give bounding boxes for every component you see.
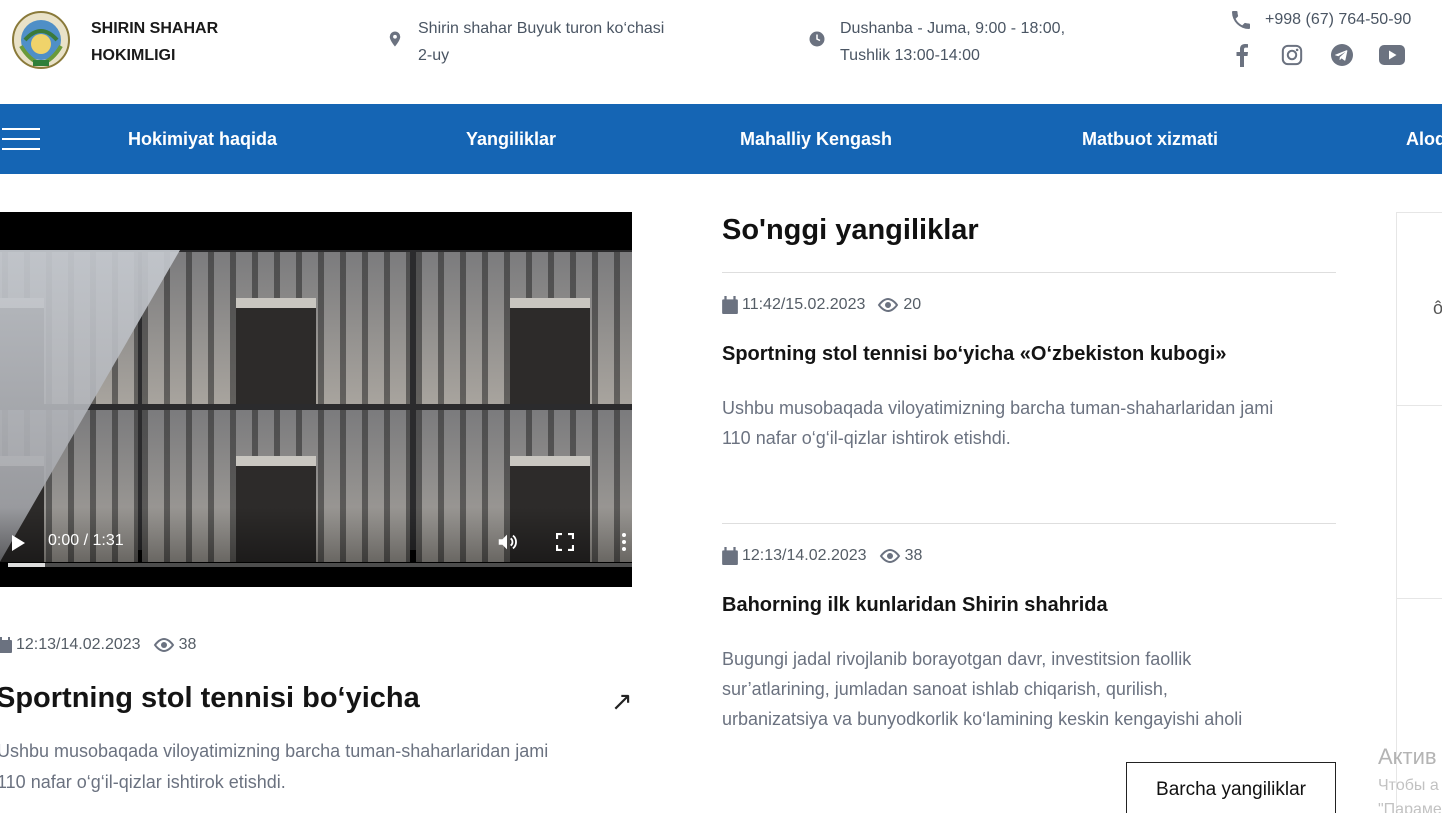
brand-line-1: SHIRIN SHAHAR xyxy=(91,20,219,37)
external-arrow-icon[interactable]: ↗ xyxy=(611,686,633,717)
news-meta: 12:13/14.02.2023 38 xyxy=(722,547,922,565)
video-player[interactable]: 0:00 / 1:31 xyxy=(0,212,632,587)
brand-line-2: HOKIMLIGI xyxy=(91,47,176,64)
top-header: SHIRIN SHAHAR HOKIMLIGI Shirin shahar Bu… xyxy=(0,0,1442,104)
nav-item-yangiliklar[interactable]: Yangiliklar xyxy=(466,129,556,150)
address-line-2: 2-uy xyxy=(418,47,450,64)
news-description: Ushbu musobaqada viloyatimizning barcha … xyxy=(722,393,1336,453)
calendar-icon xyxy=(0,637,12,653)
youtube-icon[interactable] xyxy=(1378,42,1406,68)
news-title[interactable]: Sportning stol tennisi bo‘yicha «O‘zbeki… xyxy=(722,343,1227,366)
news-meta: 11:42/15.02.2023 20 xyxy=(722,296,921,314)
phone-icon xyxy=(1232,11,1250,29)
eye-icon xyxy=(878,298,899,312)
os-activation-watermark-line3: "Парамe xyxy=(1378,801,1442,813)
site-brand[interactable]: SHIRIN SHAHAR HOKIMLIGI xyxy=(91,15,218,69)
address-line-1: Shirin shahar Buyuk turon ko‘chasi xyxy=(418,20,665,37)
hours-line-1: Dushanba - Juma, 9:00 - 18:00, xyxy=(840,20,1066,37)
os-activation-watermark: Актив xyxy=(1378,744,1437,769)
nav-item-aloqa[interactable]: Aloq xyxy=(1406,129,1442,150)
video-frame xyxy=(0,250,632,587)
nav-item-matbuot-xizmati[interactable]: Matbuot xizmati xyxy=(1082,129,1218,150)
all-news-button[interactable]: Barcha yangiliklar xyxy=(1126,762,1336,813)
news-desc-line-3: urbanizatsiya va bunyodkorlik ko‘laminin… xyxy=(722,709,1243,729)
working-hours-block: Dushanba - Juma, 9:00 - 18:00, Tushlik 1… xyxy=(808,15,1065,69)
featured-desc-line-2: 110 nafar o‘g‘il-qizlar ishtirok etishdi… xyxy=(0,772,286,792)
video-progress-fill xyxy=(8,563,46,567)
address-text: Shirin shahar Buyuk turon ko‘chasi 2-uy xyxy=(418,15,664,69)
eye-icon xyxy=(153,638,174,652)
news-desc-line-1: Ushbu musobaqada viloyatimizning barcha … xyxy=(722,398,1274,418)
play-icon[interactable] xyxy=(12,535,25,551)
fullscreen-icon[interactable] xyxy=(556,533,574,551)
more-options-icon[interactable] xyxy=(622,533,626,551)
news-datetime: 11:42/15.02.2023 xyxy=(742,296,866,313)
address-block: Shirin shahar Buyuk turon ko‘chasi 2-uy xyxy=(386,15,664,69)
featured-datetime: 12:13/14.02.2023 xyxy=(16,636,141,653)
news-description: Bugungi jadal rivojlanib borayotgan davr… xyxy=(722,644,1336,734)
eye-icon xyxy=(879,549,900,563)
side-panel-icon[interactable]: ô xyxy=(1433,298,1442,319)
featured-meta: 12:13/14.02.2023 38 xyxy=(0,636,196,654)
calendar-icon xyxy=(722,296,738,314)
featured-views: 38 xyxy=(178,636,197,653)
divider xyxy=(722,272,1336,273)
video-controls: 0:00 / 1:31 xyxy=(0,507,632,587)
facebook-icon[interactable] xyxy=(1228,42,1256,68)
map-pin-icon xyxy=(389,31,401,47)
news-datetime: 12:13/14.02.2023 xyxy=(742,547,867,564)
phone-block[interactable]: +998 (67) 764-50-90 xyxy=(1229,8,1411,32)
hamburger-menu-icon[interactable] xyxy=(2,128,40,152)
news-desc-line-1: Bugungi jadal rivojlanib borayotgan davr… xyxy=(722,649,1192,669)
divider xyxy=(722,523,1336,524)
news-desc-line-2: 110 nafar o‘g‘il-qizlar ishtirok etishdi… xyxy=(722,428,1011,448)
instagram-icon[interactable] xyxy=(1278,42,1306,68)
hours-text: Dushanba - Juma, 9:00 - 18:00, Tushlik 1… xyxy=(840,15,1065,69)
phone-number[interactable]: +998 (67) 764-50-90 xyxy=(1265,11,1411,29)
video-time: 0:00 / 1:31 xyxy=(48,532,124,549)
nav-item-hokimiyat-haqida[interactable]: Hokimiyat haqida xyxy=(128,129,277,150)
featured-description: Ushbu musobaqada viloyatimizning barcha … xyxy=(0,736,617,798)
os-activation-watermark-line2: Чтобы а xyxy=(1378,777,1439,794)
news-title[interactable]: Bahorning ilk kunlaridan Shirin shahrida xyxy=(722,594,1108,617)
featured-title[interactable]: Sportning stol tennisi bo‘yicha xyxy=(0,682,420,715)
featured-desc-line-1: Ushbu musobaqada viloyatimizning barcha … xyxy=(0,741,549,761)
telegram-icon[interactable] xyxy=(1328,42,1356,68)
latest-news-heading: So'nggi yangiliklar xyxy=(722,214,979,246)
main-navigation: Hokimiyat haqida Yangiliklar Mahalliy Ke… xyxy=(0,104,1442,174)
video-progress-bar[interactable] xyxy=(8,563,632,567)
social-links xyxy=(1228,42,1406,68)
volume-icon[interactable] xyxy=(496,531,518,553)
clock-icon xyxy=(809,31,825,47)
news-desc-line-2: sur’atlarining, jumladan sanoat ishlab c… xyxy=(722,679,1168,699)
news-views: 38 xyxy=(904,547,923,564)
calendar-icon xyxy=(722,547,738,565)
news-views: 20 xyxy=(903,296,922,313)
state-emblem-logo[interactable] xyxy=(11,10,71,70)
hours-line-2: Tushlik 13:00-14:00 xyxy=(840,47,980,64)
nav-item-mahalliy-kengash[interactable]: Mahalliy Kengash xyxy=(740,129,892,150)
